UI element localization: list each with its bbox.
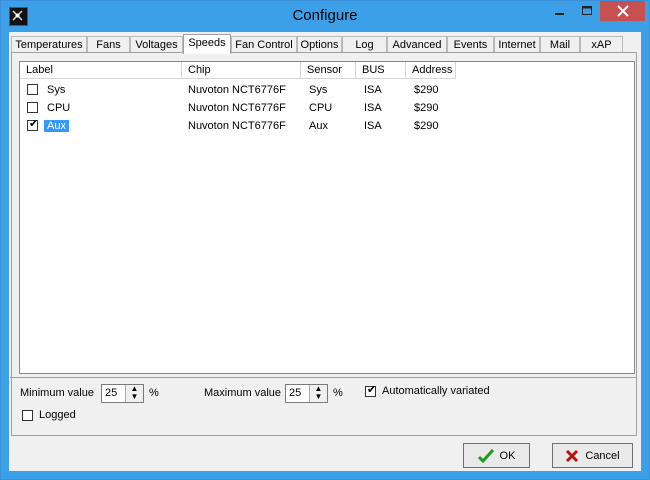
row-address: $290 [414, 102, 439, 114]
max-value-spinner[interactable]: 25 ▲ ▼ [285, 384, 328, 403]
ok-label: OK [499, 449, 516, 462]
logged-label: Logged [39, 409, 76, 421]
tab-log[interactable]: Log [342, 36, 387, 53]
list-row[interactable]: Sys Nuvoton NCT6776F Sys ISA $290 [20, 81, 634, 99]
row-bus: ISA [364, 120, 382, 132]
close-button[interactable] [600, 1, 645, 21]
tab-xap[interactable]: xAP [580, 36, 623, 53]
row-chip: Nuvoton NCT6776F [188, 84, 286, 96]
cancel-label: Cancel [585, 449, 620, 462]
list-header: Label Chip Sensor BUS Address [20, 62, 634, 79]
row-checkbox[interactable] [27, 102, 38, 113]
auto-variated-label: Automatically variated [382, 385, 490, 397]
logged-checkbox[interactable] [22, 410, 33, 421]
client-area: Temperatures Fans Voltages Speeds Fan Co… [9, 32, 641, 471]
tab-speeds[interactable]: Speeds [183, 34, 231, 54]
speeds-list[interactable]: Label Chip Sensor BUS Address Sys Nuvoto… [19, 61, 635, 374]
row-label: Sys [47, 84, 66, 96]
min-value-text: 25 [105, 387, 118, 399]
spin-arrows-icon[interactable]: ▲ ▼ [125, 385, 143, 402]
column-sensor[interactable]: Sensor [301, 62, 356, 79]
tab-voltages[interactable]: Voltages [130, 36, 183, 53]
row-bus: ISA [364, 84, 382, 96]
min-unit: % [149, 387, 159, 399]
close-icon [616, 5, 629, 17]
maximize-button[interactable] [573, 1, 600, 21]
minimize-button[interactable] [546, 1, 573, 21]
row-sensor: CPU [309, 102, 333, 114]
tab-temperatures[interactable]: Temperatures [11, 36, 87, 53]
column-address[interactable]: Address [406, 62, 456, 79]
min-value-spinner[interactable]: 25 ▲ ▼ [101, 384, 144, 403]
auto-variated-checkbox[interactable]: ✔ [365, 384, 377, 397]
list-row[interactable]: CPU Nuvoton NCT6776F CPU ISA $290 [20, 99, 634, 117]
max-unit: % [333, 387, 343, 399]
row-label: CPU [47, 102, 71, 114]
tab-fans[interactable]: Fans [87, 36, 130, 53]
cancel-button[interactable]: Cancel [552, 443, 633, 468]
max-value-label: Maximum value [204, 387, 282, 399]
tab-internet[interactable]: Internet [494, 36, 540, 53]
minimize-icon [554, 13, 564, 15]
row-sensor: Sys [309, 84, 328, 96]
row-chip: Nuvoton NCT6776F [188, 102, 286, 114]
row-sensor: Aux [309, 120, 328, 132]
tab-options[interactable]: Options [297, 36, 342, 53]
column-chip[interactable]: Chip [182, 62, 301, 79]
row-checkbox[interactable]: ✔ [27, 118, 39, 131]
max-value-text: 25 [289, 387, 302, 399]
checkmark-icon: ✔ [29, 118, 39, 130]
row-bus: ISA [364, 102, 382, 114]
spin-arrows-icon[interactable]: ▲ ▼ [309, 385, 327, 402]
row-checkbox[interactable] [27, 84, 38, 95]
checkmark-icon: ✔ [367, 384, 377, 396]
configure-window: Configure Temperatures Fans Voltages Spe… [0, 0, 650, 480]
speeds-panel: Label Chip Sensor BUS Address Sys Nuvoto… [10, 52, 637, 436]
tab-events[interactable]: Events [447, 36, 494, 53]
column-bus[interactable]: BUS [356, 62, 406, 79]
maximize-icon [581, 6, 592, 15]
row-chip: Nuvoton NCT6776F [188, 120, 286, 132]
list-row-selected[interactable]: ✔ Aux Nuvoton NCT6776F Aux ISA $290 [20, 117, 634, 135]
title-bar[interactable]: Configure [1, 1, 649, 32]
checkmark-green-icon [477, 448, 494, 463]
tab-mail[interactable]: Mail [540, 36, 580, 53]
tab-fan-control[interactable]: Fan Control [231, 36, 297, 53]
row-label: Aux [44, 120, 69, 132]
tab-advanced[interactable]: Advanced [387, 36, 447, 53]
column-label[interactable]: Label [20, 62, 182, 79]
ok-button[interactable]: OK [463, 443, 530, 468]
cancel-x-icon [566, 449, 579, 462]
min-value-label: Minimum value [20, 387, 94, 399]
row-address: $290 [414, 84, 439, 96]
row-address: $290 [414, 120, 439, 132]
